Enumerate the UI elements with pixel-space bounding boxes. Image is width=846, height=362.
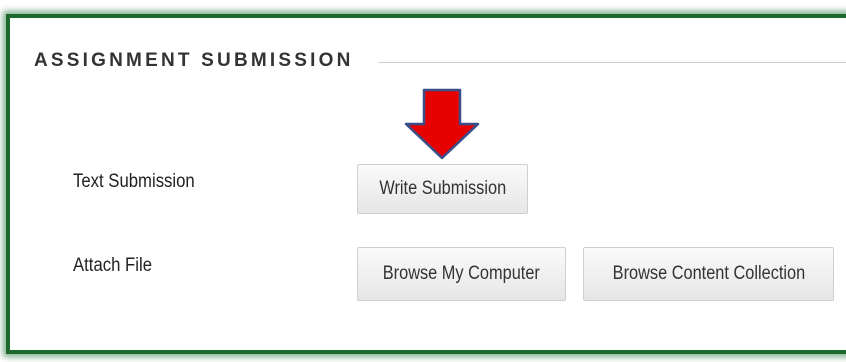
section-title: ASSIGNMENT SUBMISSION — [34, 50, 354, 71]
attach-file-label: Attach File — [73, 255, 152, 276]
section-divider — [378, 62, 846, 63]
write-submission-button-label: Write Submission — [379, 178, 506, 199]
text-submission-label: Text Submission — [73, 171, 195, 192]
browse-content-collection-button[interactable]: Browse Content Collection — [583, 247, 834, 301]
browse-my-computer-button-label: Browse My Computer — [382, 263, 541, 284]
write-submission-button[interactable]: Write Submission — [357, 164, 528, 214]
browse-content-collection-button-label: Browse Content Collection — [612, 263, 805, 284]
browse-my-computer-button[interactable]: Browse My Computer — [357, 247, 566, 301]
down-arrow-icon — [404, 88, 480, 160]
